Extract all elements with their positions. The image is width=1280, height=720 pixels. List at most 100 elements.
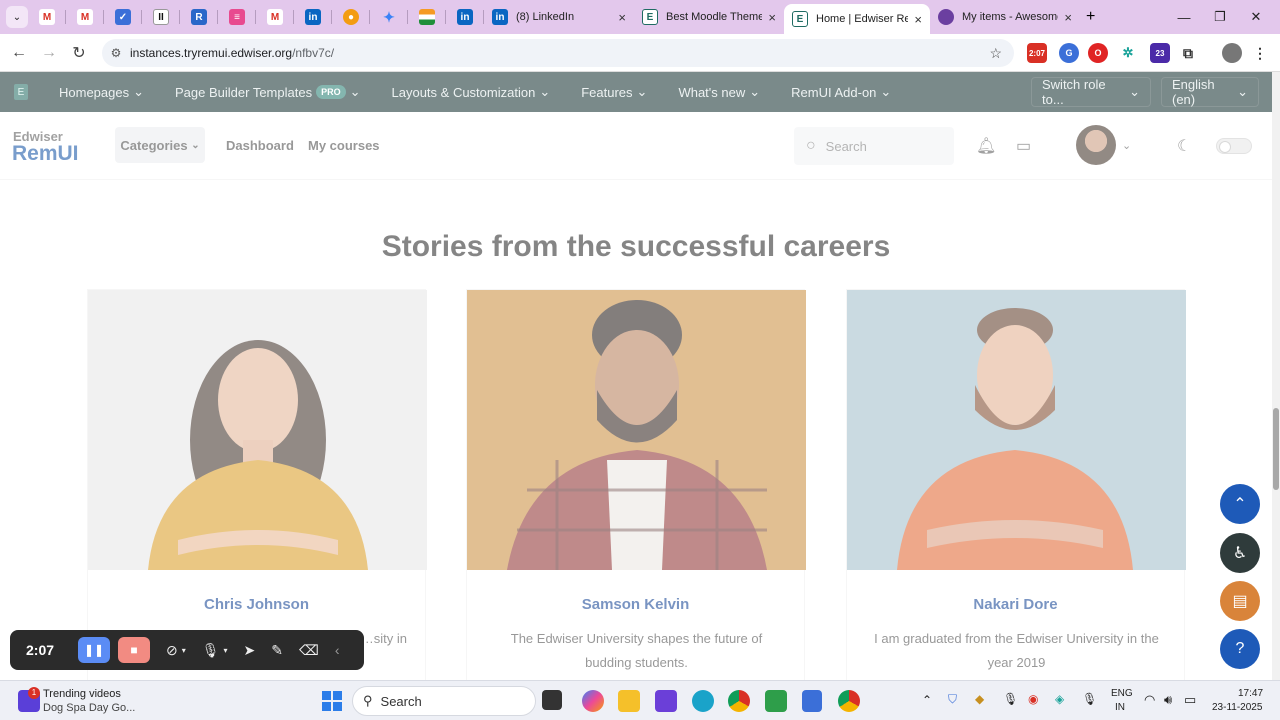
app-icon	[938, 9, 954, 25]
accessibility-button[interactable]: ♿︎	[1220, 533, 1260, 573]
recording-time: 2:07	[26, 642, 55, 658]
extensions-puzzle-icon[interactable]: ⧉	[1178, 43, 1198, 63]
chrome-tray-icon[interactable]: ◉	[1028, 692, 1038, 706]
app-icon: R	[191, 9, 207, 25]
pause-button[interactable]: ❚❚	[78, 637, 110, 663]
chevron-down-icon[interactable]: ▾	[224, 646, 228, 655]
microphone-icon[interactable]: 🎙︎	[1003, 692, 1018, 706]
scrollbar-thumb[interactable]	[1273, 408, 1279, 490]
close-icon[interactable]: ×	[914, 12, 922, 27]
page-scrollbar[interactable]	[1272, 72, 1280, 680]
window-close-button[interactable]: ✕	[1238, 9, 1274, 25]
edge-icon[interactable]	[692, 690, 714, 712]
security-icon[interactable]: ◈	[1055, 692, 1064, 706]
profile-avatar[interactable]	[1222, 43, 1242, 63]
chevron-up-icon[interactable]: ⌃	[922, 693, 932, 707]
more-menu-icon[interactable]: ⋮	[1250, 43, 1270, 63]
bookmark-star-icon[interactable]: ☆	[989, 45, 1002, 62]
microphone-icon[interactable]: 🎙︎	[202, 642, 220, 659]
snipping-tool-icon[interactable]	[802, 690, 822, 712]
scroll-to-top-button[interactable]: ⌃	[1220, 484, 1260, 524]
microphone-icon[interactable]: 🎙︎	[1082, 692, 1097, 706]
help-icon: ?	[1235, 640, 1245, 657]
tab-search-button[interactable]: ⌄	[6, 6, 28, 28]
tab-edwiser-home[interactable]: E Home | Edwiser Rem ×	[784, 4, 930, 34]
search-icon: ⚲	[363, 693, 373, 708]
reload-icon[interactable]: ↻	[64, 43, 94, 63]
app-icon: ✓	[115, 9, 131, 25]
wifi-icon[interactable]: ◠	[1144, 692, 1155, 708]
tab-linkedin[interactable]: in (8) LinkedIn ×	[484, 0, 634, 34]
task-view-icon[interactable]	[542, 690, 562, 710]
restore-button[interactable]: ❐	[1202, 9, 1238, 25]
edwiser-icon: E	[792, 11, 808, 27]
india-flag-icon	[419, 9, 435, 25]
close-icon[interactable]: ×	[618, 10, 626, 25]
address-bar[interactable]: ⚙ instances.tryremui.edwiser.org/nfbv7c/…	[102, 39, 1014, 67]
pinned-tab-gemini[interactable]: ✦	[370, 0, 408, 34]
app-icon: ●	[343, 9, 359, 25]
pinned-tab-flag[interactable]	[408, 0, 446, 34]
close-icon[interactable]: ×	[768, 10, 776, 25]
tab-title: Best Moodle Theme	[666, 11, 763, 23]
taskbar-search[interactable]: ⚲ Search	[352, 686, 536, 716]
app-tray-icon[interactable]: ◆	[975, 692, 984, 706]
back-icon[interactable]: ←	[4, 44, 34, 62]
stop-icon: ■	[130, 643, 138, 657]
clock-time[interactable]: 17:47	[1238, 688, 1263, 699]
app-icon[interactable]	[655, 690, 677, 712]
chrome-icon[interactable]	[838, 690, 860, 712]
page-dim-overlay	[0, 72, 1272, 680]
news-title[interactable]: Trending videos	[43, 688, 121, 700]
opera-icon[interactable]: O	[1088, 43, 1108, 63]
volume-icon[interactable]: 🔊︎	[1164, 692, 1172, 708]
pinned-tab-app-4[interactable]: ●	[332, 0, 370, 34]
camera-off-icon[interactable]: ⊘	[166, 642, 178, 659]
pinned-tab-linkedin-2[interactable]: in	[446, 0, 484, 34]
close-icon[interactable]: ×	[1064, 10, 1072, 25]
minimize-button[interactable]: —	[1166, 10, 1202, 25]
shield-icon[interactable]: ⛉	[948, 692, 957, 707]
site-info-icon[interactable]: ⚙	[102, 46, 130, 60]
pinned-tab-gmail-2[interactable]: M	[66, 0, 104, 34]
windows-start-icon[interactable]	[321, 690, 343, 712]
forward-icon[interactable]: →	[34, 44, 64, 62]
url-host: instances.tryremui.edwiser.org	[130, 46, 293, 60]
tab-my-items[interactable]: My items - Awesome ×	[930, 0, 1080, 34]
stop-button[interactable]: ■	[118, 637, 150, 663]
cursor-icon[interactable]: ➤	[244, 642, 256, 659]
app-icon[interactable]	[765, 690, 787, 712]
chrome-icon[interactable]	[728, 690, 750, 712]
help-button[interactable]: ?	[1220, 629, 1260, 669]
pause-icon: II	[153, 9, 169, 25]
pinned-tab-app[interactable]: ✓	[104, 0, 142, 34]
region-code: IN	[1115, 702, 1125, 713]
new-tab-button[interactable]: +	[1086, 8, 1095, 26]
chevron-down-icon[interactable]: ▾	[182, 646, 186, 655]
pinned-tab-app-3[interactable]: ≡	[218, 0, 256, 34]
ext-badge-count: 23	[1155, 48, 1165, 58]
feedback-button[interactable]: ▤	[1220, 581, 1260, 621]
collapse-icon[interactable]: ‹	[335, 642, 340, 658]
pinned-tab-gmail[interactable]: M	[28, 0, 66, 34]
pinned-tab-media[interactable]: II	[142, 0, 180, 34]
extension-icon[interactable]: G	[1059, 43, 1079, 63]
language-code[interactable]: ENG	[1111, 688, 1133, 699]
pinned-tab-gmail-3[interactable]: M	[256, 0, 294, 34]
gmail-icon: M	[267, 9, 283, 25]
battery-icon[interactable]: ▭	[1184, 692, 1196, 708]
chevron-up-icon: ⌃	[1233, 496, 1247, 513]
file-explorer-icon[interactable]	[618, 690, 640, 712]
pinned-tab-app-2[interactable]: R	[180, 0, 218, 34]
extension-icon-3[interactable]: 23	[1150, 43, 1170, 63]
copilot-icon[interactable]	[582, 690, 604, 712]
extension-icon-2[interactable]: ✲	[1118, 43, 1138, 63]
tab-best-moodle[interactable]: E Best Moodle Theme ×	[634, 0, 784, 34]
screen-recorder-toolbar: 2:07 ❚❚ ■ ⊘ ▾ 🎙︎ ▾ ➤ ✎ ⌫ ‹	[10, 630, 364, 670]
linkedin-icon: in	[457, 9, 473, 25]
pen-icon[interactable]: ✎	[271, 642, 283, 659]
eraser-icon[interactable]: ⌫	[299, 642, 319, 659]
pinned-tab-linkedin[interactable]: in	[294, 0, 332, 34]
web-page: E Homepages ⌄ Page Builder Templates PRO ⌄ …	[0, 72, 1272, 680]
extension-recorder[interactable]: 2:07	[1027, 43, 1047, 63]
